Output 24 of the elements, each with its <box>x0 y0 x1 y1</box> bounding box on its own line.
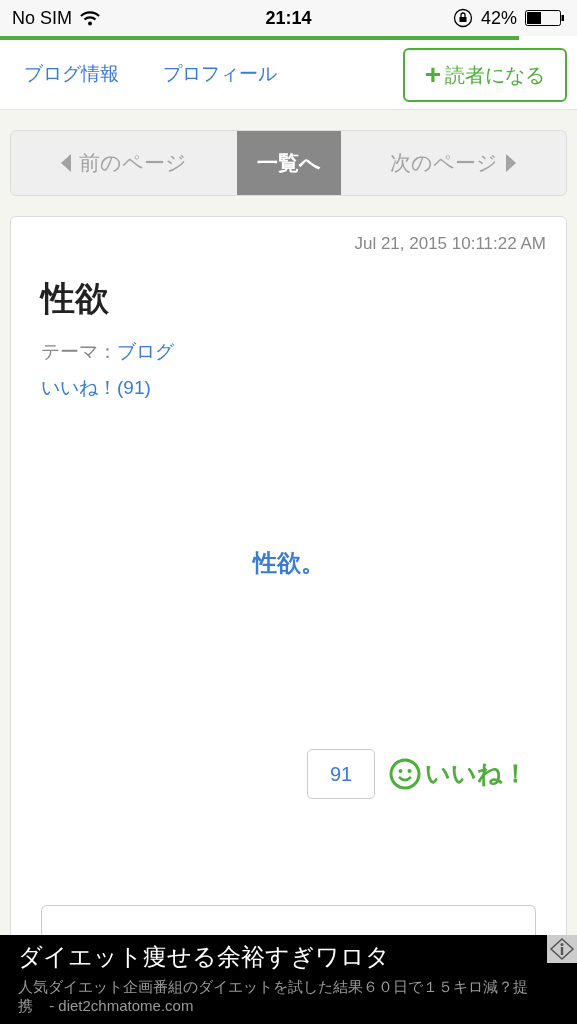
battery-text: 42% <box>480 6 517 30</box>
nav-link[interactable]: プロフィール <box>163 60 277 89</box>
clock-text: 21:14 <box>265 6 312 30</box>
battery-icon <box>525 9 565 27</box>
like-count-bubble: 91 <box>307 748 375 799</box>
entry-body-text: 性欲。 <box>251 547 326 578</box>
nav-link[interactable]: ブログ情報 <box>24 60 119 89</box>
list-button[interactable]: 一覧へ <box>236 131 341 195</box>
rotation-lock-icon <box>452 8 473 28</box>
follow-button[interactable]: +読者になる <box>403 47 567 102</box>
info-icon[interactable] <box>547 935 577 963</box>
wifi-icon <box>80 10 100 26</box>
entry-date: Jul 21, 2015 10:11:22 AM <box>353 233 546 255</box>
carrier-text: No SIM <box>12 6 72 30</box>
smiley-icon <box>389 757 421 790</box>
ad-headline: ダイエット痩せる余裕すぎワロタ <box>18 942 391 972</box>
ad-text: 人気ダイエット企画番組のダイエットを試した結果６０日で１５キロ減？提携 - diet2chmatome.com <box>18 977 529 1015</box>
like-button[interactable]: いいね！ <box>389 754 528 793</box>
likes-link[interactable]: いいね！(91) <box>41 377 151 398</box>
left-triangle-icon <box>60 154 71 172</box>
entry-title: 性欲 <box>41 277 110 319</box>
theme-label: テーマ： <box>41 339 117 364</box>
right-triangle-icon <box>506 154 517 172</box>
theme-link[interactable]: ブログ <box>117 337 174 366</box>
